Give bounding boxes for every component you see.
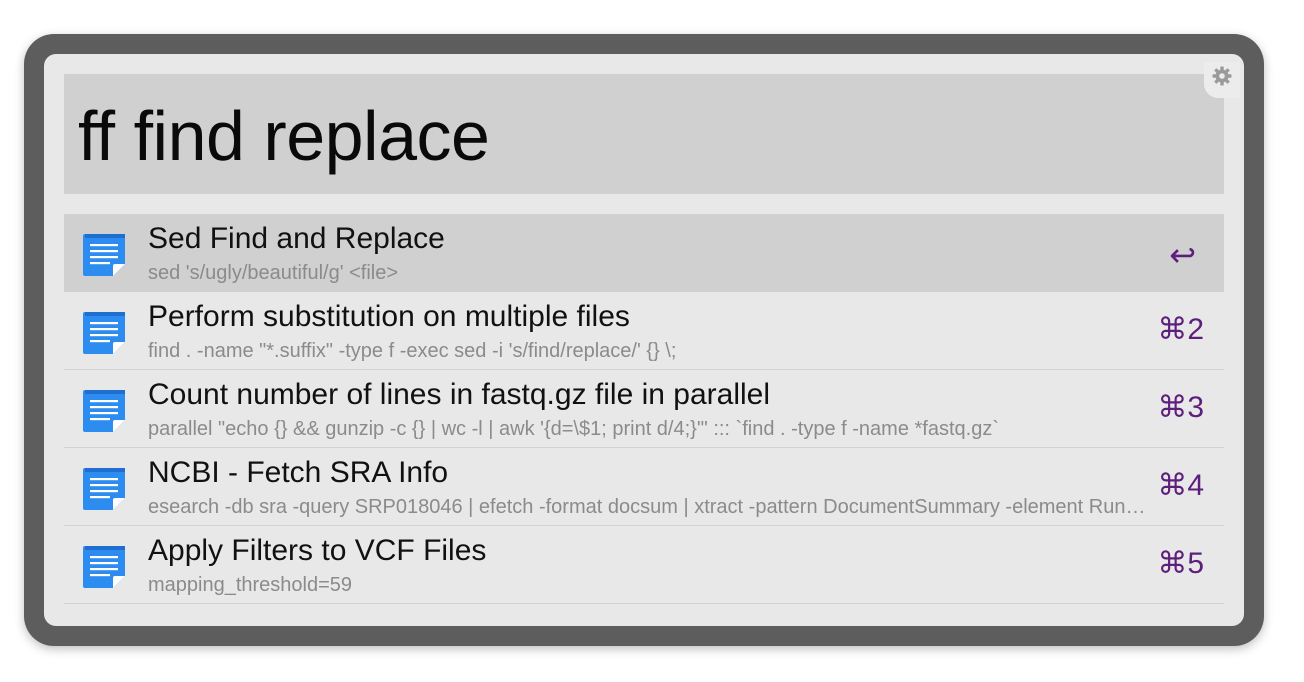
result-title: Perform substitution on multiple files bbox=[148, 300, 630, 333]
result-row-5[interactable]: Apply Filters to VCF Files mapping_thres… bbox=[64, 526, 1224, 604]
search-box[interactable]: ff find replace bbox=[64, 74, 1224, 194]
result-title: NCBI - Fetch SRA Info bbox=[148, 456, 449, 489]
search-input[interactable]: ff find replace bbox=[78, 96, 490, 176]
result-subtitle: parallel "echo {} && gunzip -c {} | wc -… bbox=[148, 418, 999, 440]
result-title: Apply Filters to VCF Files bbox=[148, 534, 487, 567]
result-subtitle: find . -name "*.suffix" -type f -exec se… bbox=[148, 340, 677, 362]
results-list: Sed Find and Replace sed 's/ugly/beautif… bbox=[64, 214, 1224, 604]
shortcut-label: ⌘5 bbox=[1157, 547, 1204, 580]
settings-button[interactable] bbox=[1204, 62, 1240, 98]
gear-icon bbox=[1212, 66, 1232, 86]
result-subtitle: sed 's/ugly/beautiful/g' <file> bbox=[148, 262, 399, 284]
result-title: Count number of lines in fastq.gz file i… bbox=[148, 378, 771, 411]
shortcut-label: ⌘2 bbox=[1157, 313, 1204, 346]
snippet-document-icon bbox=[83, 468, 125, 510]
result-subtitle: esearch -db sra -query SRP018046 | efetc… bbox=[148, 496, 1154, 518]
shortcut-label: ⌘4 bbox=[1157, 469, 1204, 502]
result-row-1[interactable]: Sed Find and Replace sed 's/ugly/beautif… bbox=[64, 214, 1224, 292]
snippet-document-icon bbox=[83, 546, 125, 588]
snippet-document-icon bbox=[83, 312, 125, 354]
launcher-panel: ff find replace Sed Find and Replace sed… bbox=[44, 54, 1244, 626]
result-subtitle: mapping_threshold=59 bbox=[148, 574, 353, 596]
shortcut-label: ⌘3 bbox=[1157, 391, 1204, 424]
snippet-document-icon bbox=[83, 234, 125, 276]
snippet-document-icon bbox=[83, 390, 125, 432]
return-key-icon: ↩ bbox=[1169, 237, 1196, 273]
result-row-4[interactable]: NCBI - Fetch SRA Info esearch -db sra -q… bbox=[64, 448, 1224, 526]
result-row-2[interactable]: Perform substitution on multiple files f… bbox=[64, 292, 1224, 370]
result-title: Sed Find and Replace bbox=[148, 222, 445, 255]
result-row-3[interactable]: Count number of lines in fastq.gz file i… bbox=[64, 370, 1224, 448]
